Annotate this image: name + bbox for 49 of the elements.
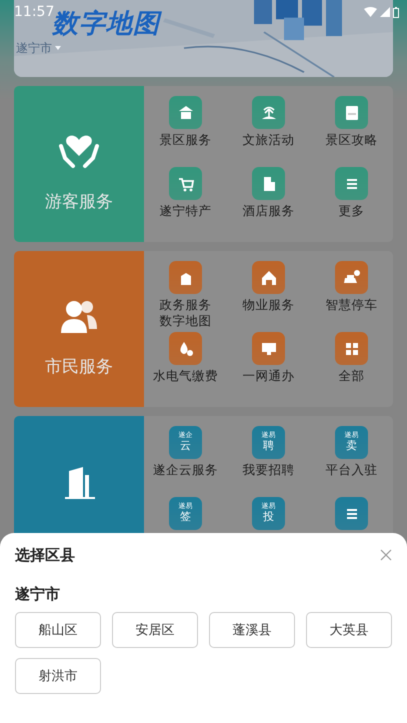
category-panel[interactable]: 市民服务 [14, 251, 144, 407]
tile-label[interactable]: 景区攻略 [326, 132, 378, 148]
tile-label[interactable]: 景区服务 [160, 132, 212, 148]
district-option[interactable]: 蓬溪县 [209, 612, 295, 648]
district-option[interactable]: 船山区 [15, 612, 101, 648]
grid-icon[interactable] [335, 332, 368, 365]
group-heading: 遂宁市 [15, 585, 61, 604]
people-icon [61, 300, 97, 332]
service-icon[interactable] [252, 96, 285, 129]
service-icon[interactable] [169, 261, 202, 294]
service-icon[interactable] [335, 96, 368, 129]
tile-label[interactable]: 物业服务 [242, 297, 294, 313]
service-icon[interactable] [169, 96, 202, 129]
tile-label[interactable]: 遂宁特产 [160, 203, 212, 219]
tile-label[interactable]: 智慧停车 [326, 297, 378, 313]
caret-icon [55, 46, 61, 50]
tile-label[interactable]: 数字地图 [160, 312, 212, 328]
menu-icon[interactable] [335, 167, 368, 200]
tile-label[interactable]: 平台入驻 [326, 462, 378, 478]
hands-heart-icon [59, 135, 99, 168]
tile-label[interactable]: 更多 [338, 203, 364, 219]
signal-icon [380, 7, 390, 17]
tile-label[interactable]: 我要招聘 [242, 462, 294, 478]
tile-label[interactable]: 全部 [338, 368, 364, 384]
service-icon[interactable] [252, 261, 285, 294]
tile-label[interactable]: 水电气缴费 [153, 368, 218, 384]
category-panel[interactable]: 游客服务 [14, 86, 144, 242]
service-icon[interactable] [169, 167, 202, 200]
district-option[interactable]: 射洪市 [15, 658, 101, 694]
city-selector[interactable]: 遂宁市 [16, 41, 52, 55]
service-icon[interactable] [252, 167, 285, 200]
tile-label[interactable]: 酒店服务 [242, 203, 294, 219]
tile-label[interactable]: 政务服务 [160, 297, 212, 313]
district-option[interactable]: 安居区 [112, 612, 198, 648]
close-icon[interactable] [380, 549, 392, 561]
tile-label[interactable]: 遂企云服务 [153, 462, 218, 478]
tile-label[interactable]: 文旅活动 [242, 132, 294, 148]
service-icon[interactable] [169, 332, 202, 365]
district-option[interactable]: 大英县 [306, 612, 392, 648]
service-icon[interactable] [335, 261, 368, 294]
service-icon[interactable] [252, 332, 285, 365]
building-icon [65, 467, 95, 499]
battery-icon [393, 6, 399, 18]
sheet-title: 选择区县 [15, 546, 75, 564]
banner-title: 数字地图 [52, 10, 160, 38]
tile-label[interactable]: 一网通办 [242, 368, 294, 384]
wifi-icon [364, 7, 377, 17]
menu-icon[interactable] [335, 497, 368, 530]
status-time: 11:57 [14, 4, 54, 20]
